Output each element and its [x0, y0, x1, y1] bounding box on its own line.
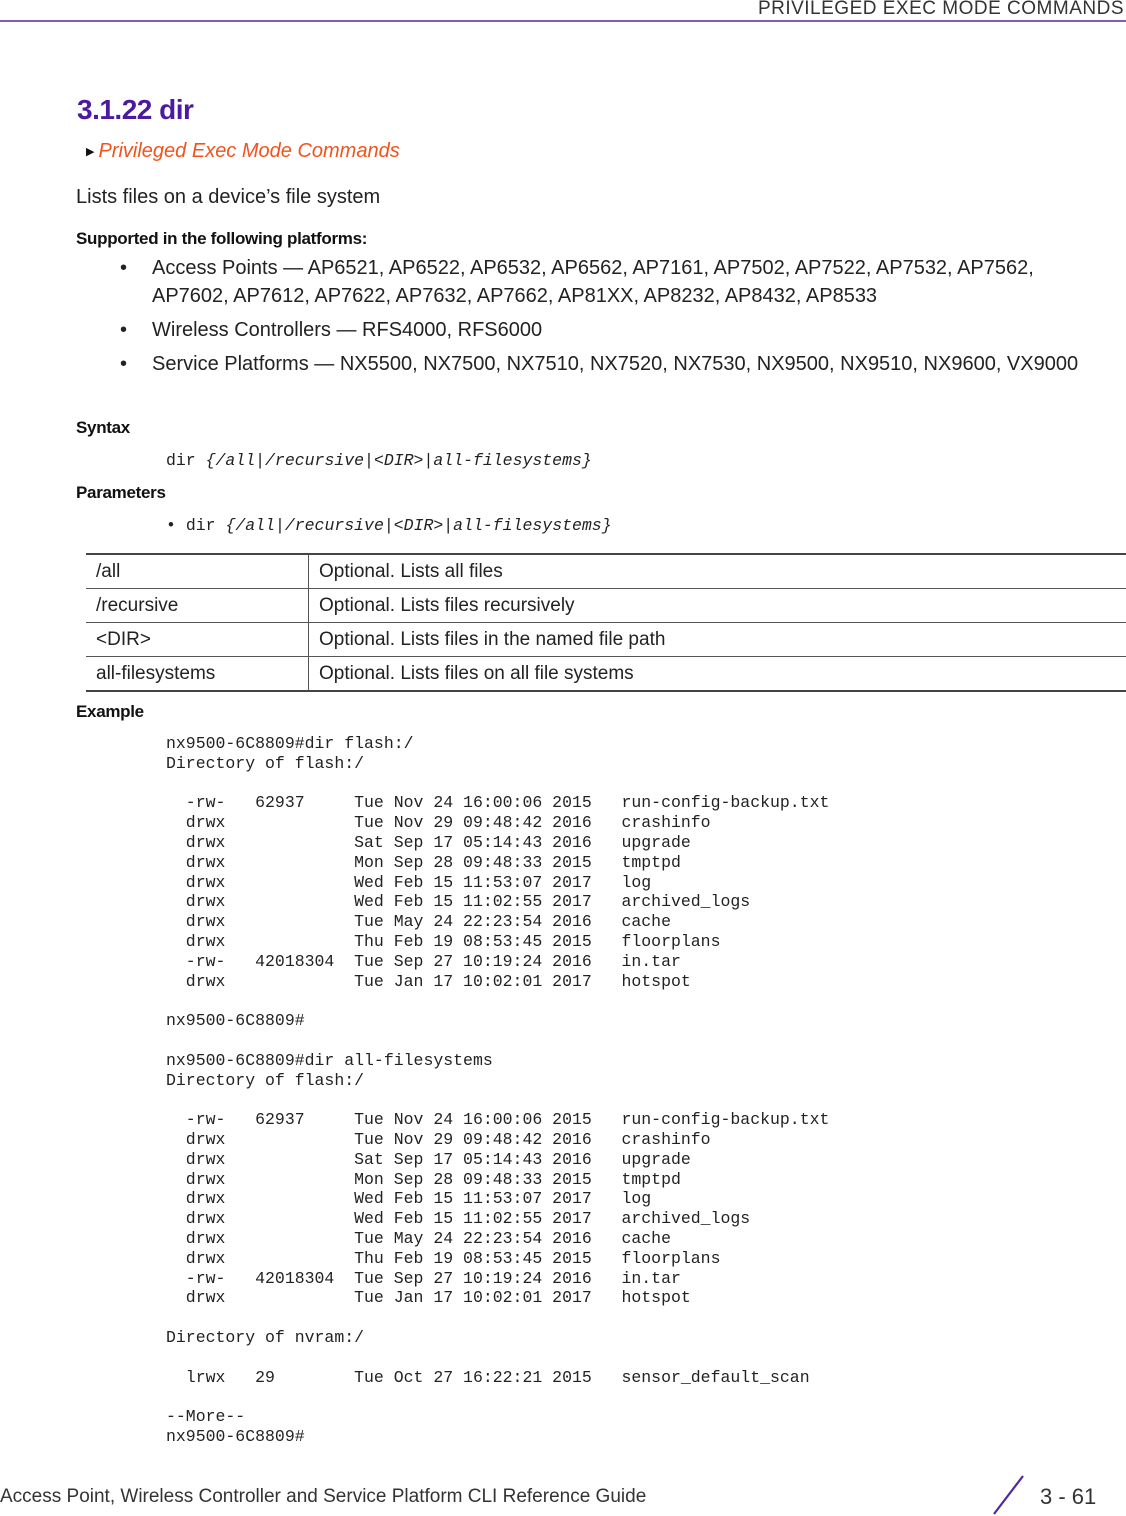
example-heading: Example — [76, 702, 144, 722]
running-header-title: PRIVILEGED EXEC MODE COMMANDS — [758, 0, 1124, 20]
table-row: /recursive Optional. Lists files recursi… — [86, 589, 1126, 623]
breadcrumb-link-privileged-exec[interactable]: Privileged Exec Mode Commands — [98, 140, 399, 163]
bullet-icon: • — [120, 316, 127, 344]
platform-item-access-points: • Access Points — AP6521, AP6522, AP6532… — [120, 254, 1100, 310]
syntax-args: {/all|/recursive|<DIR>|all-filesystems} — [206, 451, 592, 470]
breadcrumb: ▶ Privileged Exec Mode Commands — [86, 140, 400, 163]
param-description: Optional. Lists files in the named file … — [309, 623, 1126, 657]
breadcrumb-arrow-icon: ▶ — [86, 145, 94, 158]
platforms-heading: Supported in the following platforms: — [76, 229, 367, 249]
syntax-command: dir — [166, 451, 196, 470]
parameters-args: {/all|/recursive|<DIR>|all-filesystems} — [225, 516, 611, 535]
page-number: 3 - 61 — [1040, 1484, 1096, 1510]
example-code-block: nx9500-6C8809#dir flash:/ Directory of f… — [166, 734, 829, 1447]
parameters-command: dir — [186, 516, 216, 535]
param-name: /all — [86, 554, 309, 589]
table-row: <DIR> Optional. Lists files in the named… — [86, 623, 1126, 657]
header-rule — [0, 20, 1126, 22]
bullet-icon: • — [120, 254, 127, 282]
table-row: all-filesystems Optional. Lists files on… — [86, 657, 1126, 692]
section-description: Lists files on a device’s file system — [76, 186, 380, 209]
platform-item-service-platforms: • Service Platforms — NX5500, NX7500, NX… — [120, 350, 1100, 378]
syntax-line: dir {/all|/recursive|<DIR>|all-filesyste… — [166, 451, 592, 470]
platform-list: • Access Points — AP6521, AP6522, AP6532… — [120, 254, 1100, 384]
param-name: <DIR> — [86, 623, 309, 657]
parameters-syntax-line: • dir {/all|/recursive|<DIR>|all-filesys… — [166, 516, 612, 535]
parameters-heading: Parameters — [76, 483, 166, 503]
param-description: Optional. Lists files recursively — [309, 589, 1126, 623]
param-description: Optional. Lists files on all file system… — [309, 657, 1126, 692]
platform-item-wireless-controllers: • Wireless Controllers — RFS4000, RFS600… — [120, 316, 1100, 344]
platform-item-text: Access Points — AP6521, AP6522, AP6532, … — [152, 257, 1034, 307]
table-row: /all Optional. Lists all files — [86, 554, 1126, 589]
bullet-icon: • — [120, 350, 127, 378]
platform-item-text: Wireless Controllers — RFS4000, RFS6000 — [152, 319, 542, 341]
param-name: /recursive — [86, 589, 309, 623]
param-name: all-filesystems — [86, 657, 309, 692]
bullet-icon: • — [166, 516, 176, 535]
param-description: Optional. Lists all files — [309, 554, 1126, 589]
parameters-table: /all Optional. Lists all files /recursiv… — [86, 553, 1126, 692]
section-title: 3.1.22 dir — [77, 94, 193, 126]
platform-item-text: Service Platforms — NX5500, NX7500, NX75… — [152, 353, 1078, 375]
footer-slash-icon — [990, 1474, 1030, 1516]
footer-guide-title: Access Point, Wireless Controller and Se… — [0, 1486, 646, 1508]
syntax-heading: Syntax — [76, 418, 130, 438]
